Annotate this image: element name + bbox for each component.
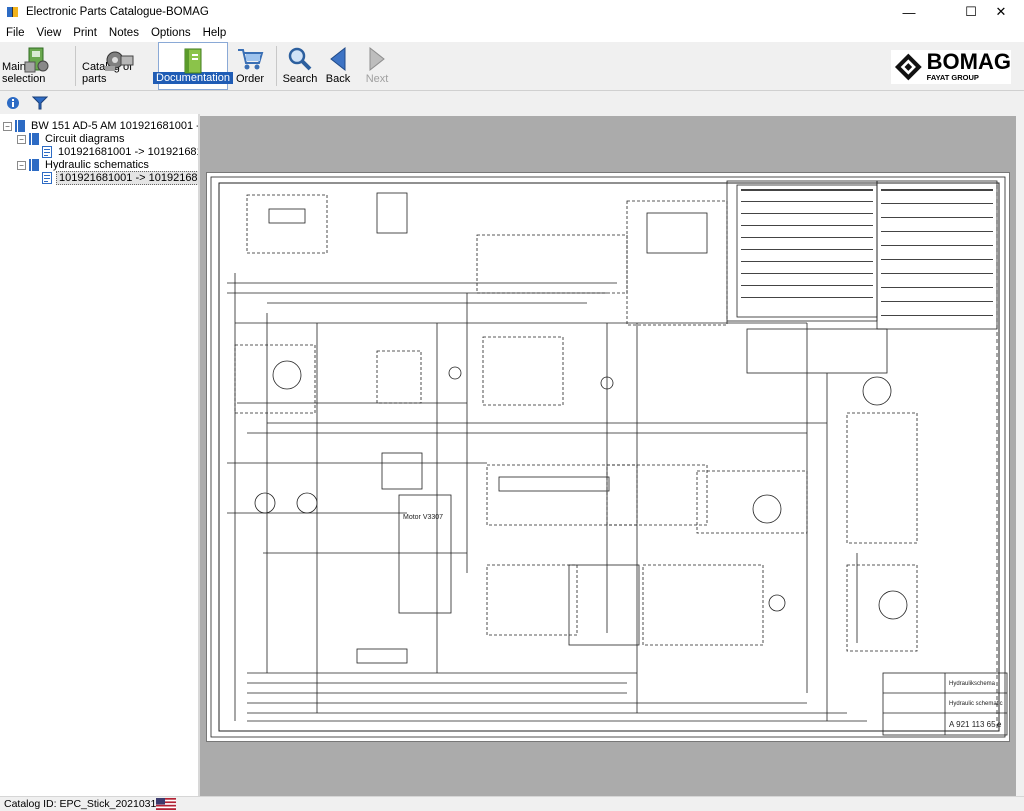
next-button[interactable]: Next xyxy=(360,42,394,90)
order-button[interactable]: Order xyxy=(232,42,268,90)
tree-node-circuit-item[interactable]: 101921681001 -> 101921681014 xyxy=(42,145,223,159)
bomag-logo-mark-icon xyxy=(894,53,922,81)
close-button[interactable]: ✕ xyxy=(978,0,1024,24)
next-label: Next xyxy=(365,73,389,85)
schematic-title-en: Hydraulic schematic xyxy=(949,701,1003,707)
menu-help[interactable]: Help xyxy=(197,27,233,39)
engine-label: Motor V3307 xyxy=(403,514,443,521)
schematic-title-de: Hydraulikschema xyxy=(949,681,996,687)
back-button[interactable]: Back xyxy=(321,42,355,90)
viewer-scrollbar[interactable] xyxy=(1016,114,1024,796)
drawing-number: A 921 113 65 xyxy=(949,720,996,729)
tree-hydraulic-label: Hydraulic schematics xyxy=(45,159,149,171)
logo-subtitle: FAYAT GROUP xyxy=(926,73,979,82)
menu-notes[interactable]: Notes xyxy=(103,27,145,39)
catalog-parts-icon xyxy=(105,51,134,71)
book-icon xyxy=(29,159,39,171)
app-book-icon xyxy=(7,7,18,17)
us-flag-icon[interactable] xyxy=(156,798,176,810)
title-bar: Electronic Parts Catalogue-BOMAG xyxy=(0,0,1024,24)
menu-bar: File View Print Notes Options Help xyxy=(0,24,1024,42)
book-icon xyxy=(29,133,39,145)
hydraulic-schematic-sheet[interactable]: Motor V3307 Hydraulikschema Hydraulic sc… xyxy=(206,172,1010,742)
back-label: Back xyxy=(325,73,351,85)
bomag-logo: BOMAG FAYAT GROUP xyxy=(891,50,1011,84)
main-selection-button[interactable]: Main selection xyxy=(2,42,70,90)
order-label: Order xyxy=(235,73,265,85)
menu-print[interactable]: Print xyxy=(67,27,103,39)
window-title: Electronic Parts Catalogue-BOMAG xyxy=(26,6,209,18)
search-label: Search xyxy=(282,73,318,85)
documentation-book-icon xyxy=(184,48,202,74)
next-arrow-icon xyxy=(369,46,385,72)
main-selection-icon xyxy=(24,47,49,73)
document-viewer[interactable]: Motor V3307 Hydraulikschema Hydraulic sc… xyxy=(200,116,1016,796)
status-bar: Catalog ID: EPC_Stick_20210318 xyxy=(0,796,1024,811)
document-icon xyxy=(42,172,52,184)
collapse-icon[interactable]: − xyxy=(17,134,26,144)
book-icon xyxy=(15,120,25,132)
collapse-icon[interactable]: − xyxy=(17,160,26,170)
toolbar: Main selection Catalog of parts Document… xyxy=(0,42,1024,91)
documentation-button[interactable]: Documentation xyxy=(153,42,233,90)
info-icon[interactable] xyxy=(6,96,20,110)
hydraulic-schematic-drawing: Motor V3307 Hydraulikschema Hydraulic sc… xyxy=(210,176,1008,738)
navigation-tree: − BW 151 AD-5 AM 101921681001 -> 10192 −… xyxy=(0,114,240,796)
close-icon: ✕ xyxy=(995,4,1007,19)
menu-view[interactable]: View xyxy=(31,27,68,39)
document-icon xyxy=(42,146,52,158)
tree-toolbar xyxy=(0,92,200,114)
collapse-icon[interactable]: − xyxy=(3,121,12,131)
search-icon xyxy=(288,47,312,71)
tree-circuit-label: Circuit diagrams xyxy=(45,133,125,145)
minimize-icon: — xyxy=(902,4,916,20)
minimize-button[interactable]: — xyxy=(886,0,932,24)
drawing-revision: e xyxy=(997,720,1002,729)
menu-options[interactable]: Options xyxy=(145,27,197,39)
search-button[interactable]: Search xyxy=(282,42,318,90)
catalog-of-parts-button[interactable]: Catalog of parts xyxy=(82,42,156,90)
back-arrow-icon xyxy=(330,46,346,72)
logo-brand: BOMAG xyxy=(926,49,1011,74)
tree-node-circuit-diagrams[interactable]: − Circuit diagrams xyxy=(17,132,126,146)
filter-icon[interactable] xyxy=(32,96,48,110)
catalog-id: Catalog ID: EPC_Stick_20210318 xyxy=(4,798,163,810)
tree-node-hydraulic-schematics[interactable]: − Hydraulic schematics xyxy=(17,158,151,172)
maximize-icon: ☐ xyxy=(965,4,977,19)
menu-file[interactable]: File xyxy=(0,27,31,39)
shopping-cart-icon xyxy=(238,49,264,70)
